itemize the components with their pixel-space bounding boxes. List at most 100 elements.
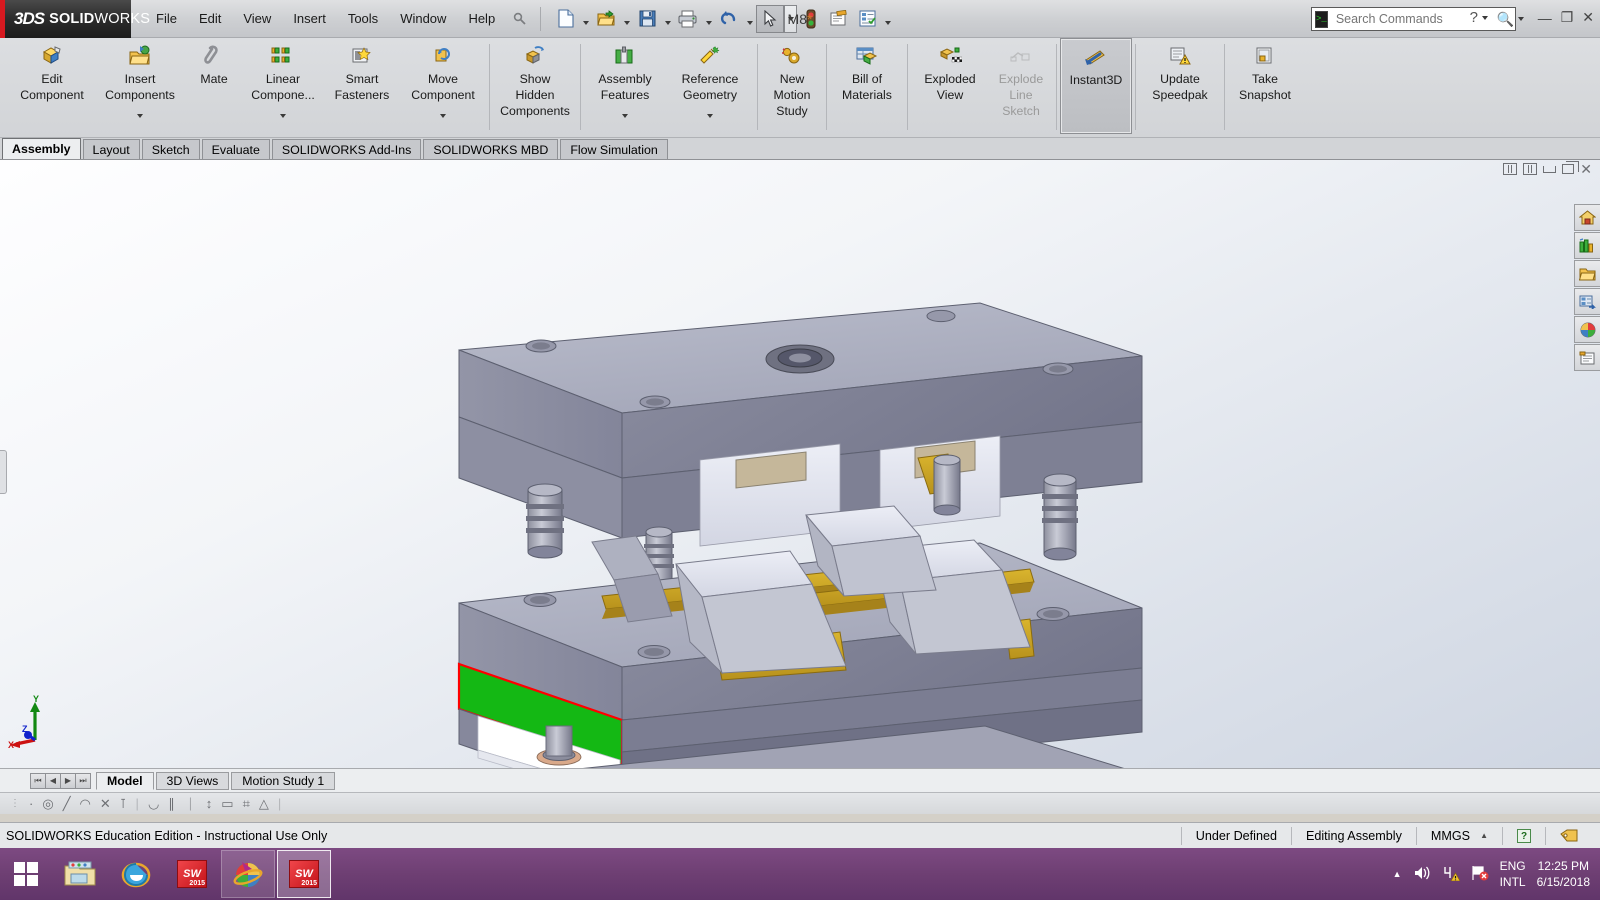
viewport-restore-icon[interactable] [1562, 161, 1580, 174]
magnifier-icon[interactable]: 🔍 [1497, 11, 1514, 28]
circle-icon[interactable]: ◎ [42, 796, 53, 812]
ribbon-button-edit-component[interactable]: Edit Component [10, 38, 94, 136]
status-help-icon[interactable]: ? [1502, 826, 1545, 845]
tab-flow-simulation[interactable]: Flow Simulation [560, 139, 668, 159]
viewport-tile-right-icon[interactable] [1523, 163, 1538, 175]
ribbon-button-update-speedpak[interactable]: Update Speedpak [1139, 38, 1221, 136]
tab-solidworks-mbd[interactable]: SOLIDWORKS MBD [423, 139, 559, 159]
speaker-icon[interactable] [1413, 865, 1431, 884]
menu-insert[interactable]: Insert [282, 7, 337, 30]
minimize-button[interactable]: — [1538, 10, 1552, 26]
parallel-icon[interactable]: ∥ [168, 796, 175, 812]
appearances-scenes-decals-icon[interactable] [1574, 316, 1600, 343]
toolbar-grip[interactable]: ⋮ [10, 798, 20, 809]
taskbar-internet-explorer[interactable] [109, 850, 163, 898]
next-tab-button[interactable]: ▶ [60, 772, 76, 789]
ribbon-button-assembly-features[interactable]: Assembly Features [584, 38, 666, 136]
ribbon-button-bill-of-materials[interactable]: Bill of Materials [830, 38, 904, 136]
menu-tools[interactable]: Tools [337, 7, 389, 30]
assembly-features-dropdown[interactable] [622, 114, 628, 136]
bottom-tab-model[interactable]: Model [96, 771, 154, 790]
design-library-icon[interactable] [1574, 232, 1600, 259]
tab-sketch[interactable]: Sketch [141, 139, 200, 159]
ribbon-button-show-hidden-components[interactable]: Show Hidden Components [493, 38, 577, 136]
tab-layout[interactable]: Layout [82, 139, 140, 159]
ribbon-button-insert-components[interactable]: Insert Components [94, 38, 186, 136]
custom-properties-icon[interactable] [1574, 344, 1600, 371]
point-icon[interactable]: · [29, 796, 33, 811]
ribbon-button-take-snapshot[interactable]: Take Snapshot [1228, 38, 1302, 136]
select-dropdown[interactable] [784, 4, 798, 33]
ribbon-button-reference-geometry[interactable]: Reference Geometry [666, 38, 754, 136]
menu-view[interactable]: View [232, 7, 282, 30]
help-menu[interactable]: ? [1470, 9, 1488, 26]
save-icon[interactable] [633, 5, 661, 33]
equal-icon[interactable]: ｜ [184, 794, 197, 813]
ribbon-button-linear-component-pattern[interactable]: Linear Compone... [242, 38, 324, 136]
solidworks-resources-icon[interactable] [1574, 204, 1600, 231]
show-hidden-icons-button[interactable]: ▲ [1393, 869, 1402, 879]
status-units[interactable]: MMGS ▲ [1415, 826, 1502, 845]
menu-help[interactable]: Help [457, 7, 506, 30]
previous-tab-button[interactable]: ◀ [45, 772, 61, 789]
bottom-tab-3d-views[interactable]: 3D Views [155, 771, 230, 790]
tab-solidworks-add-ins[interactable]: SOLIDWORKS Add-Ins [271, 139, 422, 159]
print-dropdown[interactable] [702, 6, 715, 32]
horizontal-icon[interactable]: ▭ [221, 796, 233, 812]
ribbon-button-instant3d[interactable]: Instant3D [1060, 38, 1132, 134]
menu-edit[interactable]: Edit [188, 7, 232, 30]
pin-icon[interactable] [506, 5, 534, 33]
tab-evaluate[interactable]: Evaluate [201, 139, 270, 159]
taskbar-file-explorer[interactable] [53, 850, 107, 898]
open-document-dropdown[interactable] [620, 6, 633, 32]
menu-file[interactable]: File [145, 7, 188, 30]
insert-components-dropdown[interactable] [137, 114, 143, 136]
view-palette-icon[interactable] [1574, 288, 1600, 315]
language-indicator[interactable]: ENG INTL [1500, 858, 1526, 890]
select-cursor-icon[interactable] [756, 4, 785, 33]
bottom-tab-motion-study-1[interactable]: Motion Study 1 [231, 771, 336, 790]
perpendicular-icon[interactable]: ⊺ [120, 796, 127, 812]
viewport-tile-left-icon[interactable] [1503, 163, 1518, 175]
start-button[interactable] [0, 848, 52, 900]
units-dropdown-icon[interactable]: ▲ [1480, 831, 1488, 840]
viewport-minimize-icon[interactable] [1543, 165, 1557, 173]
taskbar-solidworks-2015-a[interactable]: SW 2015 [165, 850, 219, 898]
ribbon-button-move-component[interactable]: Move Component [400, 38, 486, 136]
network-warning-icon[interactable] [1442, 865, 1461, 884]
ribbon-button-smart-fasteners[interactable]: Smart Fasteners [324, 38, 400, 136]
undo-icon[interactable] [715, 5, 743, 33]
new-document-dropdown[interactable] [579, 6, 592, 32]
dimension-icon[interactable]: ↕ [206, 796, 213, 811]
reference-geometry-dropdown[interactable] [707, 114, 713, 136]
ribbon-button-new-motion-study[interactable]: New Motion Study [761, 38, 823, 136]
options-file-icon[interactable] [825, 5, 853, 33]
ribbon-button-mate[interactable]: Mate [186, 38, 242, 136]
options-dropdown[interactable] [881, 6, 894, 32]
taskbar-download-manager[interactable] [221, 850, 275, 898]
mold-base-assembly-model[interactable] [0, 160, 1600, 768]
rebuild-icon[interactable] [797, 5, 825, 33]
grid-icon[interactable]: ⌗ [243, 796, 250, 812]
undo-dropdown[interactable] [743, 6, 756, 32]
taskbar-solidworks-2015-b[interactable]: SW 2015 [277, 850, 331, 898]
move-component-dropdown[interactable] [440, 114, 446, 136]
options-icon[interactable] [853, 5, 881, 33]
close-button[interactable]: ✕ [1582, 9, 1594, 26]
help-dropdown-icon[interactable] [1482, 15, 1488, 20]
menu-window[interactable]: Window [389, 7, 457, 30]
file-explorer-icon[interactable] [1574, 260, 1600, 287]
open-document-icon[interactable] [592, 5, 620, 33]
line-icon[interactable]: ╱ [63, 796, 71, 812]
first-tab-button[interactable]: ⏮ [30, 772, 46, 789]
restore-button[interactable]: ❐ [1561, 9, 1574, 26]
graphics-viewport[interactable]: ✕ Y X Z [0, 160, 1600, 768]
flag-error-icon[interactable] [1471, 865, 1489, 884]
ribbon-button-exploded-view[interactable]: Exploded View [911, 38, 989, 136]
search-dropdown-icon[interactable] [1518, 17, 1525, 21]
tab-assembly[interactable]: Assembly [2, 138, 81, 159]
coincident-icon[interactable]: ✕ [100, 796, 111, 812]
tag-icon[interactable] [1545, 826, 1600, 845]
clock[interactable]: 12:25 PM 6/15/2018 [1537, 858, 1590, 890]
viewport-close-icon[interactable]: ✕ [1580, 162, 1592, 176]
